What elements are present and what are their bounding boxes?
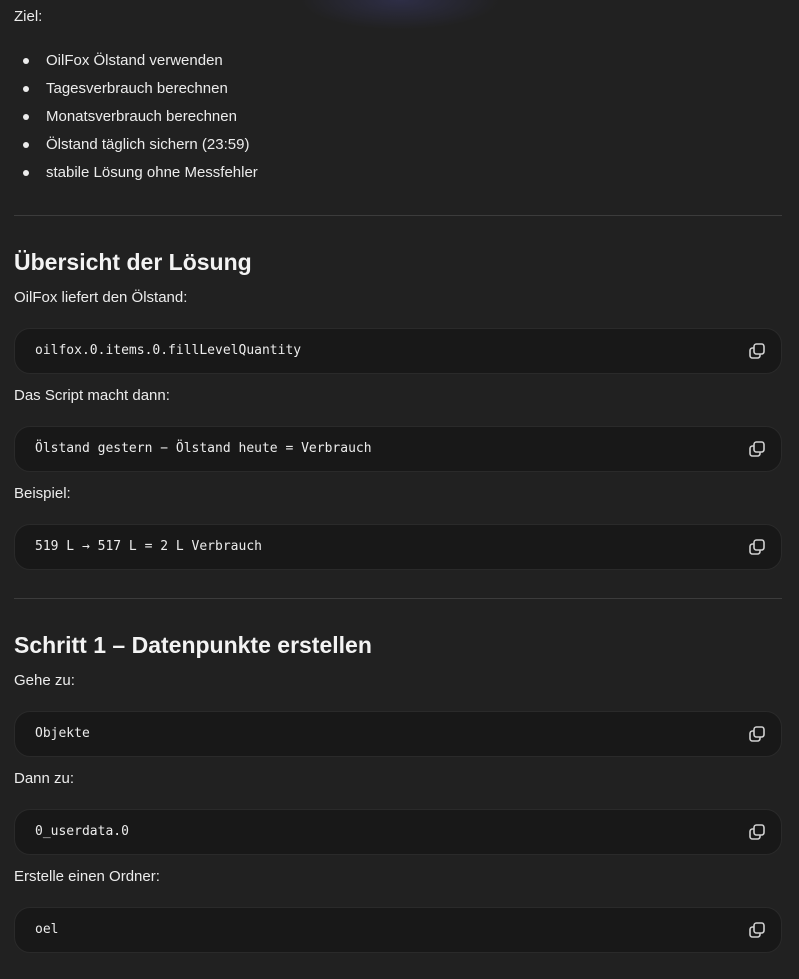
overview-text-1: OilFox liefert den Ölstand:	[14, 289, 188, 306]
code-block: Objekte	[14, 711, 782, 757]
section-heading-step1: Schritt 1 – Datenpunkte erstellen	[14, 632, 372, 658]
top-glow	[300, 0, 500, 30]
code-text: oel	[35, 922, 59, 937]
goal-item: OilFox Ölstand verwenden	[14, 51, 258, 79]
overview-text-3: Beispiel:	[14, 485, 71, 502]
code-block: 0_userdata.0	[14, 809, 782, 855]
goal-label: Ziel:	[14, 8, 43, 25]
code-text: 519 L → 517 L = 2 L Verbrauch	[35, 539, 262, 554]
section-heading-overview: Übersicht der Lösung	[14, 249, 252, 275]
code-text: Objekte	[35, 726, 90, 741]
step1-text-1: Gehe zu:	[14, 672, 75, 689]
goal-item: Ölstand täglich sichern (23:59)	[14, 135, 258, 163]
copy-icon[interactable]	[747, 920, 767, 940]
copy-icon[interactable]	[747, 537, 767, 557]
goal-list: OilFox Ölstand verwenden Tagesverbrauch …	[14, 51, 258, 191]
goal-item: stabile Lösung ohne Messfehler	[14, 163, 258, 191]
code-block: oel	[14, 907, 782, 953]
goal-item: Monatsverbrauch berechnen	[14, 107, 258, 135]
code-text: 0_userdata.0	[35, 824, 129, 839]
step1-text-3: Erstelle einen Ordner:	[14, 868, 160, 885]
overview-text-2: Das Script macht dann:	[14, 387, 170, 404]
section-divider	[14, 598, 782, 599]
goal-item: Tagesverbrauch berechnen	[14, 79, 258, 107]
code-text: Ölstand gestern − Ölstand heute = Verbra…	[35, 441, 372, 456]
code-block: 519 L → 517 L = 2 L Verbrauch	[14, 524, 782, 570]
code-block: oilfox.0.items.0.fillLevelQuantity	[14, 328, 782, 374]
step1-text-2: Dann zu:	[14, 770, 75, 787]
copy-icon[interactable]	[747, 724, 767, 744]
copy-icon[interactable]	[747, 822, 767, 842]
copy-icon[interactable]	[747, 439, 767, 459]
code-block: Ölstand gestern − Ölstand heute = Verbra…	[14, 426, 782, 472]
section-divider	[14, 215, 782, 216]
copy-icon[interactable]	[747, 341, 767, 361]
code-text: oilfox.0.items.0.fillLevelQuantity	[35, 343, 302, 358]
